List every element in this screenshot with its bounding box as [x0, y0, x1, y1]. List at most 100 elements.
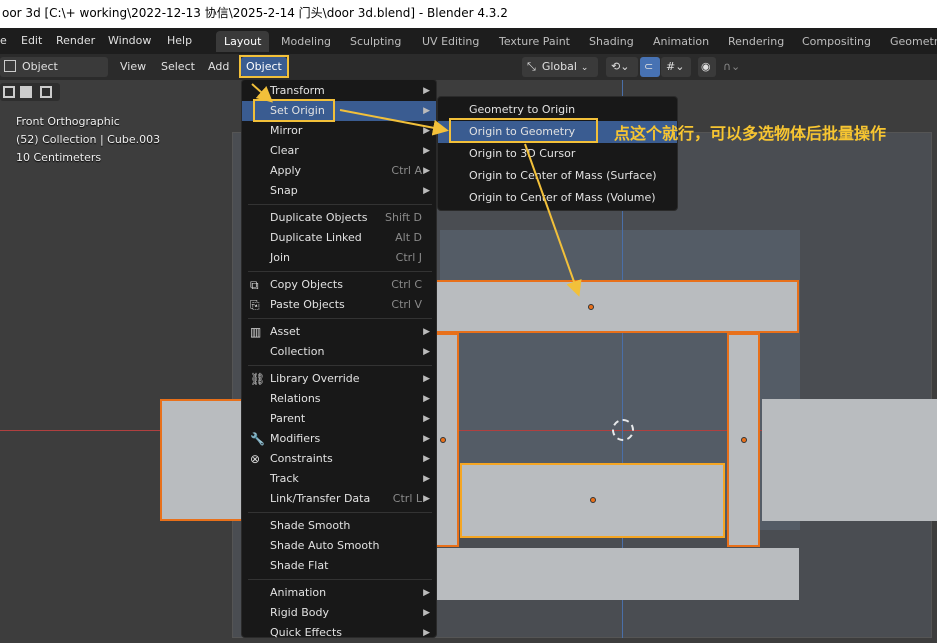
select-subtract-icon[interactable] — [40, 86, 52, 98]
tab-compositing[interactable]: Compositing — [794, 31, 879, 52]
menu-item-shade-auto-smooth[interactable]: Shade Auto Smooth — [242, 536, 436, 556]
menu-item-clear[interactable]: Clear ▶ — [242, 141, 436, 161]
transform-orientation-selector[interactable]: ⤡ Global ⌄ — [522, 57, 598, 77]
tab-texture-paint[interactable]: Texture Paint — [491, 31, 578, 52]
origin-to-center-of-mass-surface-item[interactable]: Origin to Center of Mass (Surface) — [438, 165, 677, 187]
menu-item-label: Modifiers — [270, 432, 321, 445]
top-menubar: e Edit Render Window Help Layout Modelin… — [0, 28, 937, 54]
submenu-arrow-icon: ▶ — [423, 126, 430, 136]
menu-item-constraints[interactable]: ⊗ Constraints ▶ — [242, 449, 436, 469]
menu-item-animation[interactable]: Animation ▶ — [242, 583, 436, 603]
menu-item-label: Track — [270, 472, 299, 485]
3d-cursor-icon[interactable] — [612, 419, 634, 441]
menu-item-shade-flat[interactable]: Shade Flat — [242, 556, 436, 576]
menu-render[interactable]: Render — [56, 28, 95, 54]
menu-item-join[interactable]: Join Ctrl J — [242, 248, 436, 268]
submenu-arrow-icon: ▶ — [423, 454, 430, 464]
menu-separator — [248, 365, 432, 366]
left-side-block[interactable] — [160, 399, 250, 521]
menu-item-label: Paste Objects — [270, 298, 345, 311]
menu-item-shortcut: Alt D — [395, 231, 422, 244]
menu-item-collection[interactable]: Collection ▶ — [242, 342, 436, 362]
left-pillar-origin — [440, 437, 446, 443]
select-box-tools[interactable] — [0, 83, 60, 101]
select-new-icon[interactable] — [3, 86, 15, 98]
submenu-arrow-icon: ▶ — [423, 628, 430, 638]
menu-item-shade-smooth[interactable]: Shade Smooth — [242, 516, 436, 536]
window-title: oor 3d [C:\+ working\2022-12-13 协信\2025-… — [0, 0, 937, 28]
menu-item-label: Asset — [270, 325, 301, 338]
menu-item-apply[interactable]: Apply Ctrl A ▶ — [242, 161, 436, 181]
bottom-beam[interactable] — [430, 548, 799, 600]
menu-item-link-transfer-data[interactable]: Link/Transfer Data Ctrl L ▶ — [242, 489, 436, 509]
right-pillar-origin — [741, 437, 747, 443]
menu-item-label: Duplicate Objects — [270, 211, 368, 224]
geometry-to-origin-item[interactable]: Geometry to Origin — [438, 99, 677, 121]
object-menu: Transform ▶ Set Origin ▶ Mirror ▶ Clear ▶ Apply C… — [241, 79, 437, 639]
menu-item-copy-objects[interactable]: ⧉ Copy Objects Ctrl C — [242, 275, 436, 295]
tab-shading[interactable]: Shading — [581, 31, 642, 52]
right-side-block[interactable] — [762, 399, 937, 521]
tab-rendering[interactable]: Rendering — [720, 31, 792, 52]
menu-item-transform[interactable]: Transform ▶ — [242, 81, 436, 101]
submenu-arrow-icon: ▶ — [423, 347, 430, 357]
menu-item-relations[interactable]: Relations ▶ — [242, 389, 436, 409]
top-beam[interactable] — [430, 280, 799, 333]
submenu-arrow-icon: ▶ — [423, 166, 430, 176]
add-menu[interactable]: Add — [203, 57, 234, 77]
falloff-icon[interactable]: ∩⌄ — [718, 57, 748, 77]
submenu-arrow-icon: ▶ — [423, 327, 430, 337]
menu-item-label: Shade Flat — [270, 559, 329, 572]
proportional-editing-icon[interactable]: ◉ — [698, 57, 716, 77]
menu-edit[interactable]: Edit — [21, 28, 42, 54]
tab-modeling[interactable]: Modeling — [273, 31, 339, 52]
mode-selector[interactable]: Object Mode⌄ — [0, 57, 108, 93]
menu-item-rigid-body[interactable]: Rigid Body ▶ — [242, 603, 436, 623]
tab-animation[interactable]: Animation — [645, 31, 717, 52]
tab-sculpting[interactable]: Sculpting — [342, 31, 409, 52]
origin-to-center-of-mass-volume-item[interactable]: Origin to Center of Mass (Volume) — [438, 187, 677, 209]
snap-target-icon[interactable]: #⌄ — [661, 57, 691, 77]
menu-item-parent[interactable]: Parent ▶ — [242, 409, 436, 429]
menu-item-label: Transform — [270, 84, 325, 97]
chevron-down-icon: ⌄ — [580, 63, 589, 73]
menu-item-asset[interactable]: ▥ Asset ▶ — [242, 322, 436, 342]
menu-item-label: Link/Transfer Data — [270, 492, 371, 505]
orientation-label: Global — [541, 60, 577, 73]
origin-to-3d-cursor-item[interactable]: Origin to 3D Cursor — [438, 143, 677, 165]
tab-layout[interactable]: Layout — [216, 31, 270, 52]
menu-item-paste-objects[interactable]: ⎘ Paste Objects Ctrl V — [242, 295, 436, 315]
sign-panel-origin — [590, 497, 596, 503]
menu-item-shortcut: Ctrl L — [392, 492, 422, 505]
menu-item-snap[interactable]: Snap ▶ — [242, 181, 436, 201]
pivot-point-icon[interactable]: ⟲⌄ — [606, 57, 638, 77]
menu-item-set-origin[interactable]: Set Origin ▶ — [242, 101, 436, 121]
tab-uv-editing[interactable]: UV Editing — [414, 31, 487, 52]
menu-help[interactable]: Help — [167, 28, 192, 54]
menu-item-shortcut: Ctrl C — [391, 278, 422, 291]
submenu-arrow-icon: ▶ — [423, 608, 430, 618]
object-mode-icon — [4, 60, 16, 72]
menu-item-library-override[interactable]: ⛓ Library Override ▶ — [242, 369, 436, 389]
select-extend-icon[interactable] — [20, 86, 32, 98]
menu-file[interactable]: e — [0, 28, 7, 54]
menu-item-label: Collection — [270, 345, 325, 358]
viewport-header: Object Mode⌄ View Select Add Object ⤡ Glo… — [0, 54, 937, 93]
snap-toggle-icon[interactable]: ⊂ — [640, 57, 660, 77]
select-menu[interactable]: Select — [156, 57, 200, 77]
object-menu-button[interactable]: Object — [241, 57, 287, 77]
tab-geometry[interactable]: Geometr — [882, 31, 937, 52]
menu-item-duplicate-objects[interactable]: Duplicate Objects Shift D — [242, 208, 436, 228]
view-menu[interactable]: View — [115, 57, 151, 77]
menu-item-label: Set Origin — [270, 104, 325, 117]
menu-item-duplicate-linked[interactable]: Duplicate Linked Alt D — [242, 228, 436, 248]
submenu-arrow-icon: ▶ — [423, 434, 430, 444]
menu-window[interactable]: Window — [108, 28, 151, 54]
menu-item-label: Quick Effects — [270, 626, 342, 639]
menu-item-modifiers[interactable]: 🔧 Modifiers ▶ — [242, 429, 436, 449]
menu-item-track[interactable]: Track ▶ — [242, 469, 436, 489]
menu-item-mirror[interactable]: Mirror ▶ — [242, 121, 436, 141]
menu-item-quick-effects[interactable]: Quick Effects ▶ — [242, 623, 436, 643]
wrench-icon: 🔧 — [250, 432, 265, 446]
constraint-icon: ⊗ — [250, 452, 261, 466]
